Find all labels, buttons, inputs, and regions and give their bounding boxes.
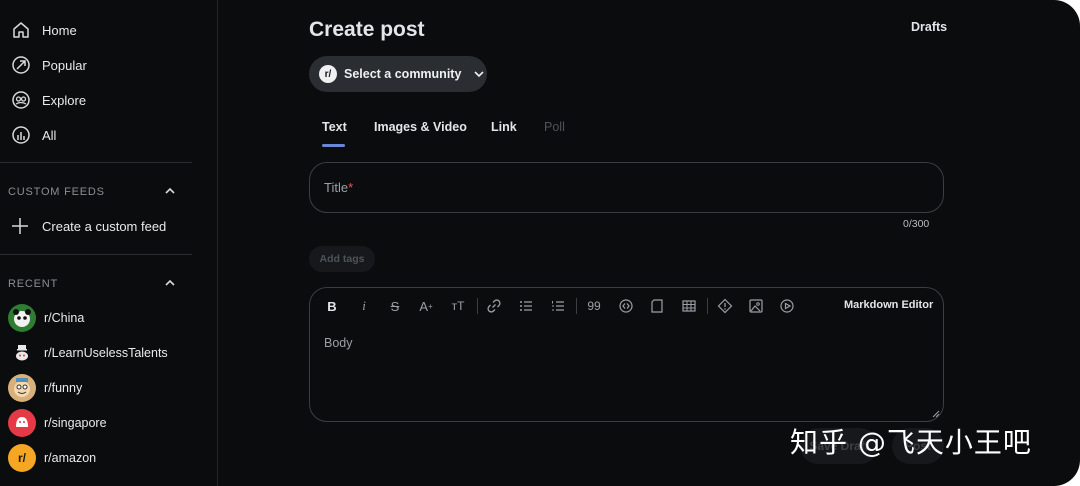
avatar: r/ — [8, 444, 36, 472]
markdown-editor-toggle[interactable]: Markdown Editor — [844, 299, 933, 311]
recent-item-singapore[interactable]: r/singapore — [8, 409, 107, 437]
recent-item-china[interactable]: r/China — [8, 304, 84, 332]
drafts-button[interactable]: Drafts — [911, 20, 947, 34]
left-sidebar: Home Popular Explore All CUSTOM FEEDS Cr… — [0, 0, 218, 486]
recent-item-label: r/LearnUselessTalents — [44, 346, 168, 360]
custom-feeds-heading: CUSTOM FEEDS — [8, 186, 105, 198]
tab-link[interactable]: Link — [491, 120, 517, 134]
tab-text[interactable]: Text — [322, 120, 347, 134]
table-icon[interactable] — [680, 297, 698, 315]
toolbar-divider — [477, 298, 478, 314]
numbered-list-icon[interactable] — [549, 297, 567, 315]
heading-icon[interactable]: ᴛT — [449, 297, 467, 315]
subreddit-badge-icon: r/ — [17, 451, 26, 465]
recent-item-label: r/China — [44, 311, 85, 325]
watermark: 知乎 @飞天小王吧 — [790, 426, 1032, 459]
sidebar-item-explore[interactable]: Explore — [10, 88, 86, 112]
superscript-icon[interactable]: A + — [417, 297, 435, 315]
page-title: Create post — [309, 18, 425, 41]
sidebar-item-home[interactable]: Home — [10, 18, 77, 42]
merlion-icon — [16, 417, 28, 427]
sidebar-item-all[interactable]: All — [10, 123, 56, 147]
sidebar-item-label: Explore — [42, 92, 87, 108]
chevron-up-icon[interactable] — [163, 184, 177, 198]
italic-icon[interactable]: i — [355, 297, 373, 315]
video-icon[interactable] — [778, 297, 796, 315]
funny-face-icon — [14, 378, 30, 397]
sidebar-item-label: All — [42, 127, 57, 143]
avatar — [8, 374, 36, 402]
snoo-icon — [16, 345, 28, 361]
popular-icon — [12, 56, 30, 74]
tab-images-video[interactable]: Images & Video — [374, 120, 467, 134]
avatar — [8, 339, 36, 367]
sidebar-item-popular[interactable]: Popular — [10, 53, 87, 77]
quote-icon[interactable]: 99 — [585, 297, 603, 315]
body-placeholder: Body — [324, 336, 353, 350]
add-tags-button: Add tags — [309, 246, 375, 272]
chevron-down-icon — [474, 71, 484, 78]
sidebar-divider — [0, 254, 192, 255]
select-community-label: Select a community — [344, 67, 462, 81]
title-char-counter: 0/300 — [903, 218, 930, 230]
subreddit-badge-icon: r/ — [319, 65, 337, 83]
explore-icon — [12, 91, 30, 109]
recent-item-funny[interactable]: r/funny — [8, 374, 82, 402]
bulleted-list-icon[interactable] — [517, 297, 535, 315]
toolbar-divider — [576, 298, 577, 314]
strikethrough-icon[interactable]: S — [386, 297, 404, 315]
active-tab-indicator — [322, 144, 345, 147]
body-editor[interactable]: B i S A + ᴛT 99 Markdown Editor Body — [309, 287, 944, 422]
avatar — [8, 409, 36, 437]
recent-heading: RECENT — [8, 278, 59, 290]
sidebar-item-label: Home — [42, 22, 77, 38]
app-window: Home Popular Explore All CUSTOM FEEDS Cr… — [0, 0, 1080, 486]
all-icon — [12, 126, 30, 144]
recent-item-amazon[interactable]: r/ r/amazon — [8, 444, 96, 472]
sidebar-divider — [0, 162, 192, 163]
recent-item-learnuselesstalents[interactable]: r/LearnUselessTalents — [8, 339, 168, 367]
code-block-icon[interactable] — [648, 297, 666, 315]
tab-poll: Poll — [544, 120, 565, 134]
create-custom-feed-button[interactable]: Create a custom feed — [10, 216, 166, 236]
chevron-up-icon[interactable] — [163, 276, 177, 290]
title-placeholder: Title — [324, 180, 349, 195]
spoiler-icon[interactable] — [716, 297, 734, 315]
select-community-dropdown[interactable]: r/ Select a community — [309, 56, 487, 92]
recent-item-label: r/singapore — [44, 416, 107, 430]
link-icon[interactable] — [485, 297, 503, 315]
recent-item-label: r/funny — [44, 381, 83, 395]
plus-icon — [12, 218, 28, 234]
create-custom-feed-label: Create a custom feed — [42, 218, 167, 234]
required-marker: * — [348, 180, 354, 195]
sidebar-item-label: Popular — [42, 57, 87, 73]
title-input[interactable]: Title* — [309, 162, 944, 213]
panda-icon — [13, 309, 31, 327]
code-icon[interactable] — [617, 297, 635, 315]
toolbar-divider — [707, 298, 708, 314]
bold-icon[interactable]: B — [323, 297, 341, 315]
resize-handle-icon[interactable] — [932, 410, 940, 418]
avatar — [8, 304, 36, 332]
image-icon[interactable] — [747, 297, 765, 315]
home-icon — [13, 22, 29, 38]
recent-item-label: r/amazon — [44, 451, 97, 465]
